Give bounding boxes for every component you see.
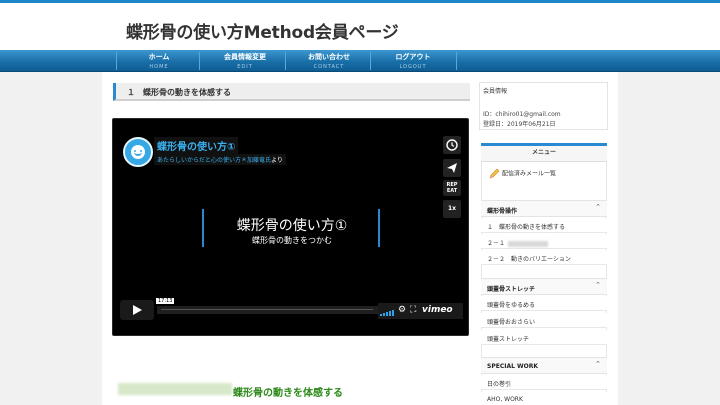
member-info-title: 会員情報 [483,88,508,95]
section-title: １ 蝶形骨の動きを体感する [127,88,231,97]
menu-item-label: ２－２ 動きのバリエーション [487,256,571,263]
byline-author[interactable]: ＊加藤竜氏 [241,157,271,164]
play-icon [133,305,142,315]
menu-item-label: 頭蓋ストレッチ [487,336,530,343]
menu-item[interactable]: AHO, WORK [481,392,607,405]
player-controls: ⚙ ⛶ vimeo [378,303,463,319]
nav-label: ログアウト [395,53,431,61]
menu-item[interactable]: １ 蝶形骨の動きを体感する [481,218,607,233]
vimeo-logo[interactable]: vimeo [422,305,453,315]
nav-logout[interactable]: ログアウト LOGOUT [374,50,452,72]
mail-list-label: 配信済みメール一覧 [502,170,557,178]
category-label: 蝶形骨操作 [487,208,518,215]
category-label: 頭蓋骨ストレッチ [487,286,536,293]
nav-edit[interactable]: 会員情報変更 EDIT [206,50,284,72]
nav-label: お問い合わせ [308,53,350,61]
menu-heading: メニュー [481,143,607,162]
clock-icon [446,139,458,151]
title-card-subheading: 蝶形骨の動きをつかむ [252,236,332,245]
mail-list-link[interactable]: 配信済みメール一覧 [488,168,556,180]
nav-divider [370,52,371,70]
smile [134,152,142,156]
watch-later-button[interactable] [443,136,461,154]
content-heading: 蝶形骨の動きを体感する [233,388,343,399]
global-nav: ホーム HOME 会員情報変更 EDIT お問い合わせ CONTACT ログアウ… [0,50,720,72]
nav-sublabel: EDIT [237,64,253,70]
menu-category-special-work[interactable]: SPECIAL WORK ⌃ [481,357,607,374]
menu-item[interactable]: 頭蓋ストレッチ [481,330,607,345]
menu-item[interactable]: 日の巻引 [481,375,607,390]
volume-icon[interactable] [380,309,394,316]
nav-divider [116,52,117,70]
member-info-box: 会員情報 ID：chihiro01@gmail.com 登録日：2019年06月… [479,82,608,130]
nav-home[interactable]: ホーム HOME [120,50,198,72]
menu-item-label: 日の巻引 [487,381,512,388]
site-title[interactable]: 蝶形骨の使い方Method会員ページ [126,18,399,43]
section-heading: １ 蝶形骨の動きを体感する [113,83,470,101]
repeat-button[interactable]: REP EAT [443,180,461,196]
nav-label: ホーム [148,53,170,61]
nav-divider [456,52,457,70]
byline-suffix: より [271,157,283,164]
pencil-icon [489,168,500,179]
menu-item[interactable]: ２－２ 動きのバリエーション [481,250,607,265]
nav-divider [285,52,286,70]
time-badge: 17:13 [156,298,175,304]
video-byline: あたらしいからだと心の使い方＊加藤竜氏より [154,154,286,165]
member-id: ID：chihiro01@gmail.com [483,111,561,118]
chevron-up-icon: ⌃ [595,203,601,211]
menu-item-label: 頭蓋骨をゆるめる [487,302,536,309]
video-title[interactable]: 蝶形骨の使い方① [154,137,239,154]
nav-sublabel: CONTACT [313,64,345,70]
byline-channel[interactable]: あたらしいからだと心の使い方 [157,157,241,164]
nav-sublabel: LOGOUT [399,64,427,70]
blurred-text [118,383,232,395]
nav-sublabel: HOME [149,64,169,70]
fullscreen-icon[interactable]: ⛶ [410,305,416,315]
menu-item[interactable]: ２－１ [481,234,607,249]
menu-category-sphenoid[interactable]: 蝶形骨操作 ⌃ [481,200,607,217]
title-card-heading: 蝶形骨の使い方① [236,218,348,234]
site-header: 蝶形骨の使い方Method会員ページ [0,3,720,51]
nav-divider [199,52,200,70]
send-icon [447,163,457,173]
menu-item-label: 頭蓋骨おおさらい [487,319,536,326]
member-registered-date: 登録日：2019年06月21日 [483,121,556,128]
menu-item[interactable]: 頭蓋骨をゆるめる [481,296,607,311]
settings-icon[interactable]: ⚙ [398,305,406,315]
menu-item-label: ２－１ [487,238,549,247]
channel-avatar[interactable] [123,137,153,167]
share-button[interactable] [443,159,461,177]
chevron-up-icon: ⌃ [595,281,601,289]
video-player[interactable]: 蝶形骨の使い方① あたらしいからだと心の使い方＊加藤竜氏より REP EAT 1… [112,118,469,336]
menu-category-skull-stretch[interactable]: 頭蓋骨ストレッチ ⌃ [481,278,607,295]
progress-bar[interactable] [157,306,378,314]
card-divider [202,209,204,247]
smiley-icon [131,145,145,159]
blurred-text [508,240,549,247]
nav-label: 会員情報変更 [224,53,266,61]
chevron-up-icon: ⌃ [595,360,601,368]
nav-contact[interactable]: お問い合わせ CONTACT [290,50,368,72]
progress-track [161,309,373,310]
play-button[interactable] [120,300,154,320]
menu-item[interactable]: 頭蓋骨おおさらい [481,313,607,328]
speed-button[interactable]: 1x [443,200,461,218]
menu-item-label: １ 蝶形骨の動きを体感する [487,224,566,231]
menu-item-label: AHO, WORK [487,396,523,403]
repeat-sublabel: EAT [446,188,458,194]
category-label: SPECIAL WORK [487,363,538,370]
